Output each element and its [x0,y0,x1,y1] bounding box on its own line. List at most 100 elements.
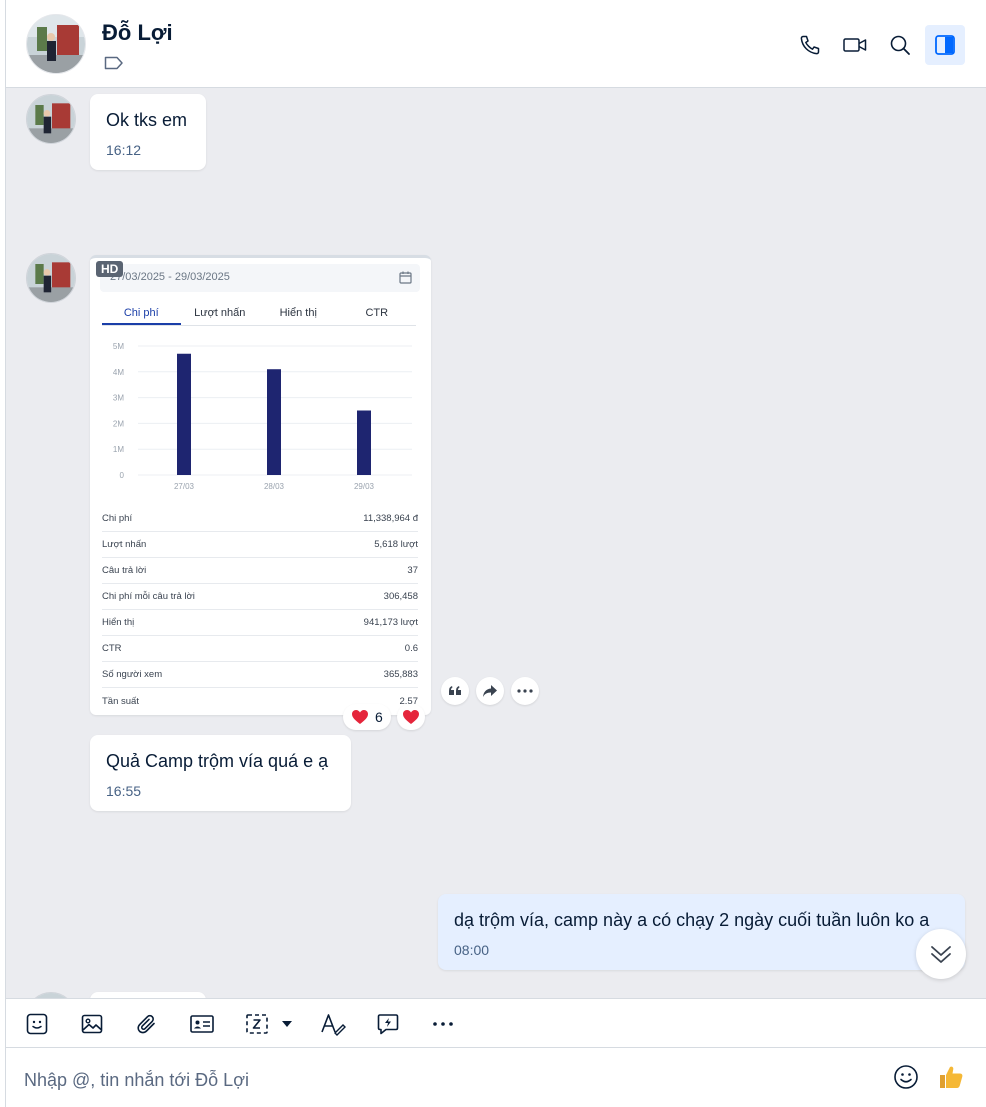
message-text: Quả Camp trộm vía quá e ạ [106,751,329,771]
image-button[interactable] [77,1009,107,1039]
chat-header: Đỗ Lợi [6,0,986,88]
metric-label: Lượt nhấn [102,539,147,550]
bar-chart: 0 1M 2M 3M 4M 5M 27/03 28/03 29/03 [113,342,412,491]
video-call-button[interactable] [835,25,875,65]
metric-row: Số người xem 365,883 [102,662,418,688]
metric-label: Tần suất [102,695,139,707]
emoji-button[interactable] [891,1062,921,1092]
y-tick-label: 5M [113,342,124,351]
metric-value: 0.6 [404,643,418,654]
sender-avatar[interactable] [26,94,76,144]
contact-name: Đỗ Lợi [102,20,173,45]
metric-value: 941,173 lượt [363,617,418,628]
more-tools-button[interactable] [428,1009,458,1039]
metric-row: Lượt nhấn 5,618 lượt [102,532,418,558]
tab-hien-thi: Hiển thị [279,307,317,319]
sticker-button[interactable] [22,1009,52,1039]
x-tick-label: 27/03 [174,482,195,491]
y-tick-label: 3M [113,394,124,403]
metric-tabs: Chi phí Lượt nhấn Hiển thị CTR [102,302,416,326]
y-tick-label: 2M [113,419,124,428]
react-button[interactable] [397,704,425,730]
metric-value: 11,338,964 đ [363,513,418,524]
reaction-summary[interactable]: 6 [343,704,391,730]
double-chevron-down-icon [931,946,951,963]
metric-label: Câu trả lời [102,565,147,576]
metrics-table: Chi phí 11,338,964 đ Lượt nhấn 5,618 lượt … [102,506,418,714]
metric-value: 5,618 lượt [374,539,418,550]
quick-message-button[interactable] [373,1009,403,1039]
more-icon [433,1022,453,1026]
metric-label: CTR [102,643,122,654]
message-list[interactable]: Ok tks em 16:12 HD 27/03/2025 - 29/03/20… [6,88,986,998]
y-tick-label: 0 [120,471,125,480]
hd-badge: HD [96,261,124,277]
send-like-button[interactable] [936,1062,966,1092]
message-bubble[interactable]: Ok tks em 16:12 [90,94,206,170]
scroll-to-bottom-button[interactable] [916,929,966,979]
thumbs-up-icon [940,1066,963,1088]
image-message[interactable]: 27/03/2025 - 29/03/2025 Chi phí Lượt nhấ… [90,255,431,715]
composer-toolbar [6,998,986,1048]
search-button[interactable] [880,25,920,65]
date-range-field: 27/03/2025 - 29/03/2025 [100,264,420,292]
metric-value: 365,883 [383,669,418,680]
metric-row: Câu trả lời 37 [102,558,418,584]
message-time: 16:55 [106,783,142,799]
metric-row: CTR 0.6 [102,636,418,662]
metric-label: Chi phí mỗi câu trả lời [102,591,195,602]
sticker-icon [26,1013,48,1035]
contact-avatar[interactable] [26,14,86,74]
metric-row: Chi phí 11,338,964 đ [102,506,418,532]
screenshot-button[interactable] [242,1009,298,1039]
message-time: 16:12 [106,142,142,158]
heart-icon [352,710,368,724]
heart-icon [403,710,419,724]
calendar-icon [399,271,412,284]
message-text: Ok tks em [106,110,188,130]
lightning-message-icon [377,1014,399,1035]
date-range: 27/03/2025 - 29/03/2025 [110,271,230,283]
conversation-info-button[interactable] [925,25,965,65]
metric-value: 306,458 [383,591,418,602]
call-button[interactable] [790,25,830,65]
tab-luot-nhan: Lượt nhấn [194,307,246,319]
reaction-count: 6 [375,709,383,725]
metric-value: 37 [407,565,418,576]
x-tick-label: 28/03 [264,482,285,491]
paperclip-icon [137,1014,155,1034]
message-composer [6,1048,986,1107]
forward-button[interactable] [476,677,504,705]
contact-card-button[interactable] [187,1009,217,1039]
video-icon [843,38,867,52]
sender-avatar[interactable] [26,253,76,303]
message-time: 08:00 [454,942,490,958]
x-tick-label: 29/03 [354,482,375,491]
y-tick-label: 4M [113,368,124,377]
format-text-button[interactable] [318,1009,348,1039]
metric-row: Hiển thị 941,173 lượt [102,610,418,636]
bar [267,369,281,475]
metric-label: Số người xem [102,669,163,680]
message-bubble[interactable]: Quả Camp trộm vía quá e ạ 16:55 [90,735,351,811]
attach-file-button[interactable] [132,1009,162,1039]
more-icon [517,689,533,693]
tab-chi-phi: Chi phí [102,302,181,325]
screenshot-icon [246,1014,292,1034]
message-text: dạ trộm vía, camp này a có chạy 2 ngày c… [454,910,930,930]
share-icon [483,685,497,697]
phone-icon [800,35,820,55]
image-icon [81,1014,103,1034]
my-message-bubble[interactable]: dạ trộm vía, camp này a có chạy 2 ngày c… [438,894,965,970]
chat-window: Đỗ Lợi Ok tks em 16:12 HD 27/03/2025 - 2… [5,0,986,1107]
more-actions-button[interactable] [511,677,539,705]
metric-row: Chi phí mỗi câu trả lời 306,458 [102,584,418,610]
text-format-icon [321,1014,346,1036]
message-input[interactable] [24,1066,864,1094]
tag-icon[interactable] [104,55,124,71]
quote-button[interactable] [441,677,469,705]
bar [177,353,191,475]
contact-card-icon [190,1015,214,1033]
search-icon [890,35,910,55]
tab-ctr: CTR [365,307,389,319]
